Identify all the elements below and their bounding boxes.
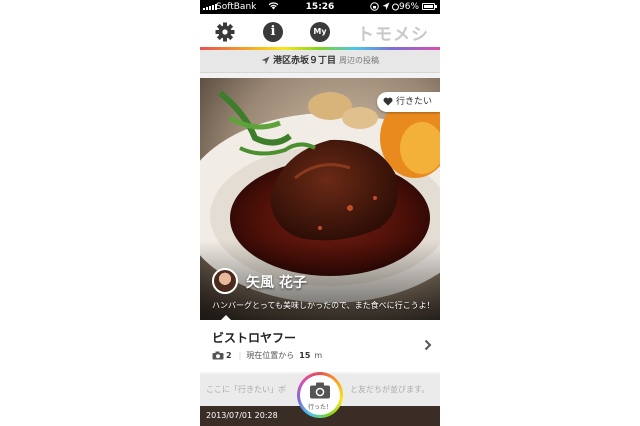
user-avatar[interactable] — [212, 268, 238, 294]
info-button[interactable]: i — [262, 21, 284, 43]
user-name[interactable]: 矢風 花子 — [246, 272, 307, 292]
heart-icon — [383, 97, 393, 106]
camera-icon — [212, 351, 224, 360]
distance-prefix: 現在位置から — [246, 351, 295, 360]
want-to-go-label: 行きたい — [395, 97, 432, 107]
location-name: 港区赤坂９丁目 — [272, 56, 336, 66]
post-timestamp: 2013/07/01 20:28 — [206, 411, 278, 420]
distance-value: 15 — [299, 351, 311, 360]
want-to-go-button[interactable]: 行きたい — [376, 92, 440, 112]
camera-button-face: 行った！ — [300, 375, 340, 415]
shop-meta: 2 | 現在位置から 15 m — [212, 350, 322, 361]
hint-right-text: と友だちが並びます。 — [350, 385, 430, 394]
shop-name: ビストロヤフー — [212, 331, 297, 345]
meta-divider: | — [238, 351, 242, 360]
post-comment: ハンバーグとっても美味しかったので、また食べに行こうよ！ — [212, 301, 435, 310]
location-bar[interactable]: 港区赤坂９丁目 周辺の投稿 — [200, 50, 440, 73]
location-suffix: 周辺の投稿 — [339, 56, 379, 65]
hint-left-text: ここに「行きたい」ボ — [206, 385, 286, 394]
distance-unit: m — [314, 351, 323, 360]
battery-percent: 96% — [399, 2, 420, 12]
post-photo[interactable]: 行きたい 矢風 花子 ハンバーグとっても美味しかったので、また食べに行こうよ！ — [200, 78, 440, 320]
my-page-button[interactable]: My — [309, 21, 331, 43]
app-screen: SoftBank 15:26 96% i My トモメシ 港区赤坂９丁目 周辺の… — [200, 0, 440, 426]
photo-count: 2 — [226, 351, 232, 360]
my-icon: My — [310, 22, 330, 42]
info-icon: i — [263, 22, 283, 42]
went-camera-button[interactable]: 行った！ — [297, 372, 343, 418]
settings-button[interactable] — [214, 21, 236, 43]
location-arrow-icon — [261, 56, 270, 65]
camera-button-label: 行った！ — [307, 404, 332, 411]
chevron-right-icon — [424, 339, 432, 351]
app-logo: トモメシ — [357, 25, 429, 45]
camera-icon — [310, 382, 330, 399]
battery-icon — [422, 3, 437, 10]
nav-bar: i My トモメシ — [200, 14, 440, 50]
shop-card[interactable]: ビストロヤフー 2 | 現在位置から 15 m — [200, 320, 440, 372]
status-bar: SoftBank 15:26 96% — [200, 0, 440, 14]
gear-icon — [215, 22, 235, 42]
